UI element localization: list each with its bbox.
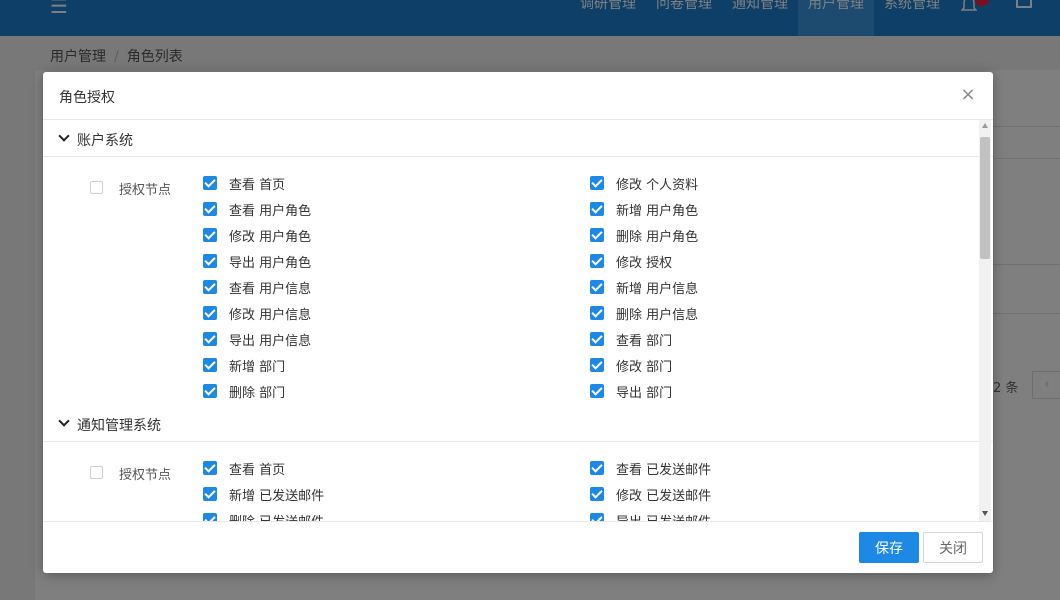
- permission-label: 新增 部门: [229, 359, 286, 375]
- checked-icon: [203, 513, 217, 521]
- permission-label: 修改 用户角色: [229, 229, 312, 245]
- permission-label: 导出 部门: [616, 385, 673, 401]
- checked-icon: [590, 384, 604, 398]
- dialog-title: 角色授权: [59, 90, 115, 106]
- permission-label: 修改 已发送邮件: [616, 488, 712, 504]
- permission-checkbox[interactable]: 修改 用户角色: [203, 225, 311, 245]
- section-body: 授权节点 查看 首页 查看 用户角色 修改 用户角色 导出 用户角色 查看 用户…: [43, 157, 993, 405]
- permission-checkbox[interactable]: 删除 用户角色: [590, 225, 698, 245]
- permission-checkbox[interactable]: 查看 首页: [203, 458, 285, 478]
- section-body: 授权节点 查看 首页 新增 已发送邮件 删除 已发送邮件 查看 已发送邮件 修改…: [43, 442, 993, 521]
- checked-icon: [590, 461, 604, 475]
- checked-icon: [590, 228, 604, 242]
- close-icon[interactable]: ×: [959, 85, 977, 105]
- permission-label: 查看 用户角色: [229, 203, 312, 219]
- permission-label: 导出 用户信息: [229, 333, 312, 349]
- section-title: 账户系统: [77, 133, 133, 149]
- role-authorize-dialog: 角色授权 × 账户系统 授权节点 查看 首页 查看 用户角色 修改 用户角色 导…: [43, 72, 993, 573]
- permission-checkbox[interactable]: 新增 已发送邮件: [203, 484, 324, 504]
- permission-checkbox[interactable]: 删除 已发送邮件: [203, 510, 324, 521]
- permission-label: 新增 用户角色: [616, 203, 699, 219]
- permission-label: 修改 授权: [616, 255, 673, 271]
- permission-label: 修改 用户信息: [229, 307, 312, 323]
- permission-label: 导出 已发送邮件: [616, 511, 711, 522]
- permission-label: 查看 部门: [616, 333, 673, 349]
- checked-icon: [590, 358, 604, 372]
- permission-label: 导出 用户角色: [229, 255, 312, 271]
- checked-icon: [203, 332, 217, 346]
- auth-node-label: 授权节点: [119, 468, 172, 483]
- section-account-system: 账户系统 授权节点 查看 首页 查看 用户角色 修改 用户角色 导出 用户角色 …: [43, 120, 993, 405]
- permission-checkbox[interactable]: 导出 部门: [590, 381, 672, 401]
- permission-checkbox[interactable]: 查看 已发送邮件: [590, 458, 711, 478]
- auth-node-checkbox[interactable]: [90, 466, 103, 479]
- permission-checkbox[interactable]: 导出 用户信息: [203, 329, 311, 349]
- permission-label: 新增 已发送邮件: [229, 488, 325, 504]
- scroll-down-icon[interactable]: [982, 511, 988, 516]
- checked-icon: [203, 487, 217, 501]
- checked-icon: [590, 306, 604, 320]
- checked-icon: [203, 358, 217, 372]
- permission-checkbox[interactable]: 查看 部门: [590, 329, 672, 349]
- checked-icon: [203, 202, 217, 216]
- checked-icon: [590, 280, 604, 294]
- permission-label: 新增 用户信息: [616, 281, 699, 297]
- checked-icon: [590, 487, 604, 501]
- permission-checkbox[interactable]: 导出 已发送邮件: [590, 510, 711, 521]
- permission-checkbox[interactable]: 删除 用户信息: [590, 303, 698, 323]
- auth-node-checkbox[interactable]: [90, 181, 103, 194]
- checked-icon: [203, 384, 217, 398]
- permission-checkbox[interactable]: 修改 个人资料: [590, 173, 698, 193]
- chevron-down-icon: [58, 130, 70, 142]
- checked-icon: [590, 254, 604, 268]
- section-title: 通知管理系统: [77, 418, 161, 434]
- permission-label: 查看 首页: [229, 177, 286, 193]
- checked-icon: [203, 228, 217, 242]
- permission-checkbox[interactable]: 导出 用户角色: [203, 251, 311, 271]
- section-header[interactable]: 通知管理系统: [43, 405, 993, 442]
- dialog-body: 账户系统 授权节点 查看 首页 查看 用户角色 修改 用户角色 导出 用户角色 …: [43, 120, 993, 521]
- permission-label: 查看 已发送邮件: [616, 462, 712, 478]
- checked-icon: [590, 176, 604, 190]
- checked-icon: [203, 176, 217, 190]
- permission-checkbox[interactable]: 修改 用户信息: [203, 303, 311, 323]
- permission-checkbox[interactable]: 新增 用户信息: [590, 277, 698, 297]
- permission-checkbox[interactable]: 查看 首页: [203, 173, 285, 193]
- permission-checkbox[interactable]: 查看 用户信息: [203, 277, 311, 297]
- checked-icon: [590, 332, 604, 346]
- permission-checkbox[interactable]: 删除 部门: [203, 381, 285, 401]
- save-button[interactable]: 保存: [859, 532, 919, 563]
- checked-icon: [203, 254, 217, 268]
- dialog-header: 角色授权 ×: [43, 72, 993, 120]
- section-header[interactable]: 账户系统: [43, 120, 993, 157]
- permission-label: 修改 个人资料: [616, 177, 699, 193]
- scroll-up-icon[interactable]: [982, 123, 988, 128]
- chevron-down-icon: [58, 415, 70, 427]
- permission-checkbox[interactable]: 新增 用户角色: [590, 199, 698, 219]
- permission-label: 删除 用户角色: [616, 229, 699, 245]
- checked-icon: [590, 202, 604, 216]
- vertical-scrollbar[interactable]: [979, 120, 991, 521]
- permission-checkbox[interactable]: 修改 部门: [590, 355, 672, 375]
- permission-checkbox[interactable]: 修改 授权: [590, 251, 672, 271]
- checked-icon: [203, 280, 217, 294]
- permission-label: 删除 已发送邮件: [229, 511, 324, 522]
- scrollbar-thumb[interactable]: [980, 137, 990, 259]
- dialog-footer: 保存 关闭: [43, 521, 993, 573]
- permission-checkbox[interactable]: 修改 已发送邮件: [590, 484, 711, 504]
- auth-node-label: 授权节点: [119, 183, 172, 198]
- permission-label: 删除 部门: [229, 385, 286, 401]
- permission-label: 删除 用户信息: [616, 307, 699, 323]
- section-notice-system: 通知管理系统 授权节点 查看 首页 新增 已发送邮件 删除 已发送邮件 查看 已…: [43, 405, 993, 521]
- checked-icon: [590, 513, 604, 521]
- permission-checkbox[interactable]: 新增 部门: [203, 355, 285, 375]
- close-button[interactable]: 关闭: [923, 532, 983, 563]
- permission-label: 修改 部门: [616, 359, 673, 375]
- permission-label: 查看 用户信息: [229, 281, 312, 297]
- checked-icon: [203, 306, 217, 320]
- permission-checkbox[interactable]: 查看 用户角色: [203, 199, 311, 219]
- checked-icon: [203, 461, 217, 475]
- permission-label: 查看 首页: [229, 462, 286, 478]
